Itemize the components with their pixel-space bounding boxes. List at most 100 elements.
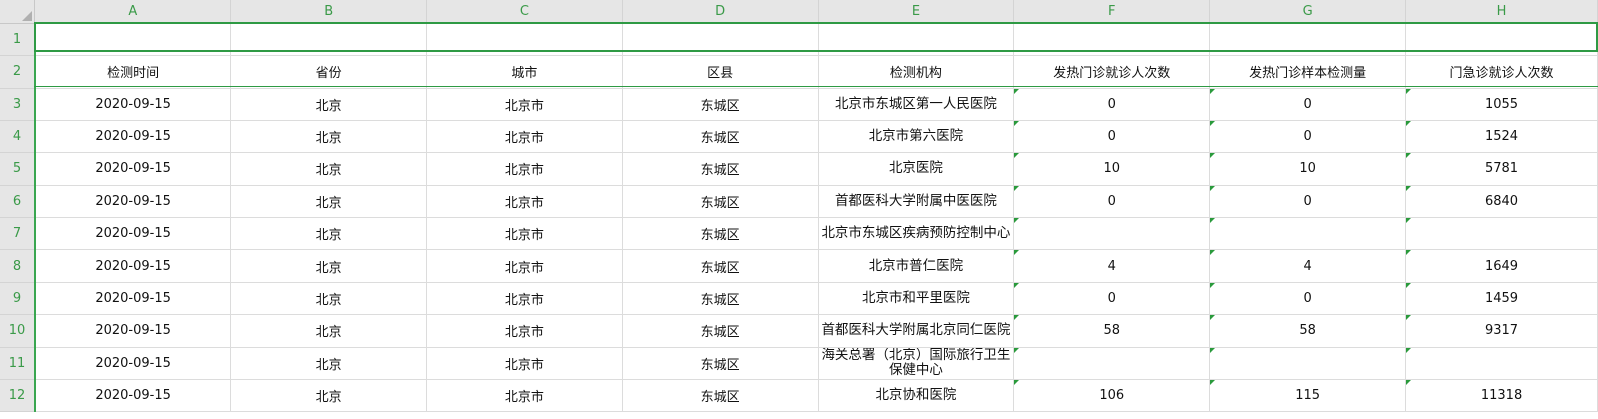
cell-d[interactable]: 东城区: [622, 347, 819, 381]
header-cell-city[interactable]: 城市: [426, 55, 623, 89]
cell-g[interactable]: 115: [1209, 379, 1407, 413]
cell-b[interactable]: 北京: [230, 185, 428, 219]
cell-c[interactable]: 北京市: [426, 314, 623, 348]
cell-g[interactable]: 0: [1209, 88, 1407, 121]
cell-a1[interactable]: [34, 23, 232, 56]
header-cell-district[interactable]: 区县: [622, 55, 819, 89]
cell-b[interactable]: 北京: [230, 249, 428, 283]
cell-g[interactable]: 10: [1209, 152, 1407, 186]
cell-g[interactable]: 58: [1209, 314, 1407, 348]
cell-h[interactable]: [1405, 347, 1598, 381]
cell-f[interactable]: 0: [1013, 185, 1211, 219]
cell-f[interactable]: 0: [1013, 88, 1211, 121]
row-header[interactable]: 11: [0, 347, 36, 381]
cell-h[interactable]: 1055: [1405, 88, 1598, 121]
cell-b[interactable]: 北京: [230, 282, 428, 316]
header-cell-fever-visits[interactable]: 发热门诊就诊人次数: [1013, 55, 1211, 89]
cell-f[interactable]: 58: [1013, 314, 1211, 348]
cell-e[interactable]: 北京医院: [818, 152, 1015, 186]
cell-c[interactable]: 北京市: [426, 120, 623, 154]
cell-f[interactable]: 0: [1013, 282, 1211, 316]
row-header-2[interactable]: 2: [0, 55, 36, 89]
cell-d[interactable]: 东城区: [622, 120, 819, 154]
cell-f[interactable]: 10: [1013, 152, 1211, 186]
cell-h[interactable]: 1524: [1405, 120, 1598, 154]
cell-a[interactable]: 2020-09-15: [34, 249, 232, 283]
header-cell-outpatient-visits[interactable]: 门急诊就诊人次数: [1405, 55, 1598, 89]
cell-c[interactable]: 北京市: [426, 249, 623, 283]
header-cell-province[interactable]: 省份: [230, 55, 428, 89]
cell-c[interactable]: 北京市: [426, 152, 623, 186]
cell-f[interactable]: [1013, 217, 1211, 251]
cell-d1[interactable]: [622, 23, 819, 56]
cell-a[interactable]: 2020-09-15: [34, 282, 232, 316]
cell-e[interactable]: 北京市和平里医院: [818, 282, 1015, 316]
cell-e[interactable]: 首都医科大学附属北京同仁医院: [818, 314, 1015, 348]
cell-g[interactable]: [1209, 217, 1407, 251]
cell-e[interactable]: 首都医科大学附属中医医院: [818, 185, 1015, 219]
cell-c[interactable]: 北京市: [426, 217, 623, 251]
cell-d[interactable]: 东城区: [622, 217, 819, 251]
cell-h[interactable]: 1459: [1405, 282, 1598, 316]
cell-e[interactable]: 北京市东城区疾病预防控制中心: [818, 217, 1015, 251]
row-header-1[interactable]: 1: [0, 23, 36, 56]
cell-c[interactable]: 北京市: [426, 282, 623, 316]
row-header[interactable]: 4: [0, 120, 36, 154]
row-header[interactable]: 5: [0, 152, 36, 186]
cell-a[interactable]: 2020-09-15: [34, 152, 232, 186]
cell-e[interactable]: 海关总署（北京）国际旅行卫生保健中心: [818, 347, 1015, 381]
cell-a[interactable]: 2020-09-15: [34, 347, 232, 381]
cell-a[interactable]: 2020-09-15: [34, 217, 232, 251]
row-header[interactable]: 10: [0, 314, 36, 348]
cell-g1[interactable]: [1209, 23, 1407, 56]
cell-g[interactable]: 0: [1209, 120, 1407, 154]
cell-d[interactable]: 东城区: [622, 379, 819, 413]
header-cell-date[interactable]: 检测时间: [34, 55, 232, 89]
row-header[interactable]: 9: [0, 282, 36, 316]
cell-h[interactable]: 1649: [1405, 249, 1598, 283]
select-all-corner[interactable]: [0, 0, 36, 24]
row-header[interactable]: 6: [0, 185, 36, 219]
cell-e[interactable]: 北京市普仁医院: [818, 249, 1015, 283]
cell-c[interactable]: 北京市: [426, 347, 623, 381]
header-cell-institution[interactable]: 检测机构: [818, 55, 1015, 89]
row-header[interactable]: 7: [0, 217, 36, 251]
column-header-b[interactable]: B: [230, 0, 428, 24]
cell-c[interactable]: 北京市: [426, 185, 623, 219]
cell-d[interactable]: 东城区: [622, 88, 819, 121]
cell-a[interactable]: 2020-09-15: [34, 88, 232, 121]
cell-c[interactable]: 北京市: [426, 379, 623, 413]
cell-a[interactable]: 2020-09-15: [34, 120, 232, 154]
column-header-e[interactable]: E: [818, 0, 1015, 24]
cell-g[interactable]: 0: [1209, 185, 1407, 219]
cell-h[interactable]: 5781: [1405, 152, 1598, 186]
cell-h1[interactable]: [1405, 23, 1598, 56]
cell-f[interactable]: 0: [1013, 120, 1211, 154]
cell-g[interactable]: [1209, 347, 1407, 381]
cell-b[interactable]: 北京: [230, 152, 428, 186]
cell-c[interactable]: 北京市: [426, 88, 623, 121]
cell-f1[interactable]: [1013, 23, 1211, 56]
cell-b[interactable]: 北京: [230, 347, 428, 381]
cell-h[interactable]: 11318: [1405, 379, 1598, 413]
cell-d[interactable]: 东城区: [622, 152, 819, 186]
cell-d[interactable]: 东城区: [622, 185, 819, 219]
cell-f[interactable]: 4: [1013, 249, 1211, 283]
cell-e[interactable]: 北京市第六医院: [818, 120, 1015, 154]
cell-h[interactable]: [1405, 217, 1598, 251]
row-header[interactable]: 12: [0, 379, 36, 413]
cell-d[interactable]: 东城区: [622, 249, 819, 283]
cell-g[interactable]: 0: [1209, 282, 1407, 316]
cell-e1[interactable]: [818, 23, 1015, 56]
column-header-c[interactable]: C: [426, 0, 623, 24]
cell-d[interactable]: 东城区: [622, 282, 819, 316]
cell-f[interactable]: 106: [1013, 379, 1211, 413]
cell-b[interactable]: 北京: [230, 120, 428, 154]
cell-a[interactable]: 2020-09-15: [34, 314, 232, 348]
column-header-d[interactable]: D: [622, 0, 819, 24]
column-header-f[interactable]: F: [1013, 0, 1211, 24]
cell-b[interactable]: 北京: [230, 314, 428, 348]
cell-e[interactable]: 北京市东城区第一人民医院: [818, 88, 1015, 121]
cell-a[interactable]: 2020-09-15: [34, 379, 232, 413]
cell-h[interactable]: 9317: [1405, 314, 1598, 348]
